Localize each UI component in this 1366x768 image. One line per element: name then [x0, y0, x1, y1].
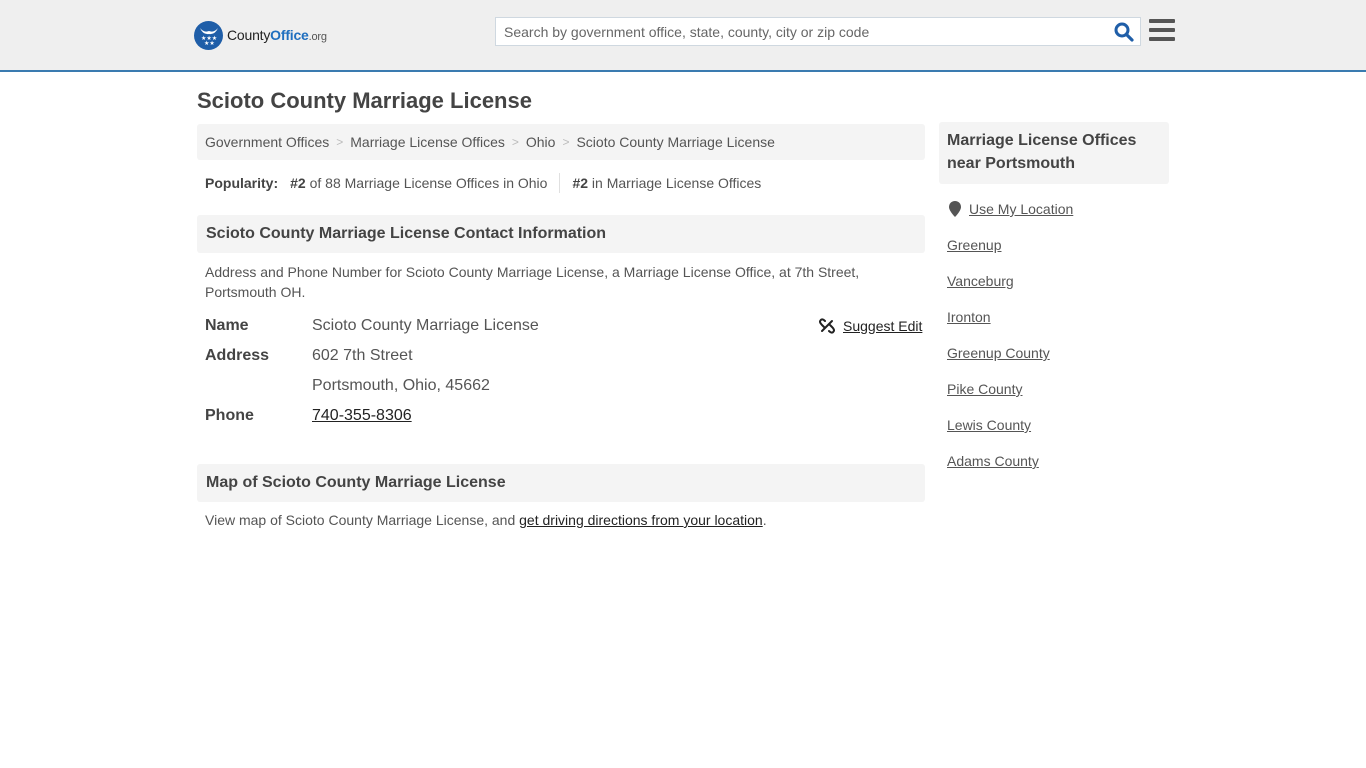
search-icon[interactable]	[1114, 22, 1134, 42]
sidebar-link-vanceburg[interactable]: Vanceburg	[947, 273, 1014, 289]
sidebar-link-greenup-county[interactable]: Greenup County	[947, 345, 1050, 361]
breadcrumb-separator: >	[562, 135, 570, 149]
info-row-address: Address 602 7th Street	[205, 347, 413, 365]
info-row-name: Name Scioto County Marriage License	[205, 317, 539, 335]
use-my-location-link[interactable]: Use My Location	[949, 201, 1073, 217]
driving-directions-link[interactable]: get driving directions from your locatio…	[519, 512, 763, 528]
sidebar-heading: Marriage License Offices near Portsmouth	[939, 122, 1169, 184]
address-label: Address	[205, 347, 270, 364]
sidebar-link-pike-county[interactable]: Pike County	[947, 381, 1022, 397]
phone-link[interactable]: 740-355-8306	[312, 407, 412, 425]
phone-label: Phone	[205, 407, 254, 424]
popularity-row: Popularity: #2 of 88 Marriage License Of…	[205, 173, 761, 193]
suggest-edit-link[interactable]: Suggest Edit	[819, 318, 922, 334]
logo-link[interactable]: ★★★ ★★ CountyOffice.org	[194, 20, 327, 50]
address-line-2: Portsmouth, Ohio, 45662	[312, 377, 490, 394]
sidebar-link-lewis-county[interactable]: Lewis County	[947, 417, 1031, 433]
breadcrumb-current: Scioto County Marriage License	[576, 134, 775, 150]
hamburger-menu-icon[interactable]	[1149, 19, 1175, 43]
map-section-heading: Map of Scioto County Marriage License	[197, 464, 925, 502]
use-my-location-label: Use My Location	[969, 201, 1074, 217]
breadcrumb-separator: >	[336, 135, 344, 149]
search-input[interactable]	[496, 18, 1106, 45]
page-title: Scioto County Marriage License	[197, 88, 532, 113]
name-value: Scioto County Marriage License	[312, 317, 539, 334]
eagle-logo-icon: ★★★ ★★	[194, 20, 223, 50]
svg-text:★★: ★★	[204, 40, 215, 45]
contact-description: Address and Phone Number for Scioto Coun…	[205, 264, 860, 300]
broken-link-icon	[819, 318, 835, 334]
map-pin-icon	[949, 201, 961, 217]
sidebar-link-ironton[interactable]: Ironton	[947, 309, 991, 325]
map-description: View map of Scioto County Marriage Licen…	[205, 512, 767, 528]
popularity-state-rank: #2 of 88 Marriage License Offices in Ohi…	[290, 175, 548, 191]
site-header: ★★★ ★★ CountyOffice.org	[0, 0, 1366, 72]
breadcrumb-ohio[interactable]: Ohio	[526, 134, 556, 150]
breadcrumb-government-offices[interactable]: Government Offices	[205, 134, 329, 150]
search-box	[495, 17, 1141, 46]
breadcrumb-marriage-license-offices[interactable]: Marriage License Offices	[350, 134, 505, 150]
breadcrumb-separator: >	[511, 135, 519, 149]
name-label: Name	[205, 317, 249, 334]
address-line-1: 602 7th Street	[312, 347, 413, 364]
popularity-category-rank: #2 in Marriage License Offices	[572, 175, 762, 191]
contact-section-heading: Scioto County Marriage License Contact I…	[197, 215, 925, 253]
info-row-address-2: Portsmouth, Ohio, 45662	[205, 377, 490, 395]
suggest-edit-label: Suggest Edit	[843, 318, 923, 334]
breadcrumb: Government Offices > Marriage License Of…	[197, 124, 925, 160]
sidebar-link-greenup[interactable]: Greenup	[947, 237, 1001, 253]
info-row-phone: Phone 740-355-8306	[205, 407, 412, 425]
popularity-label: Popularity:	[205, 175, 279, 191]
logo-text: CountyOffice.org	[227, 27, 327, 43]
popularity-divider	[559, 173, 561, 193]
sidebar-link-adams-county[interactable]: Adams County	[947, 453, 1039, 469]
